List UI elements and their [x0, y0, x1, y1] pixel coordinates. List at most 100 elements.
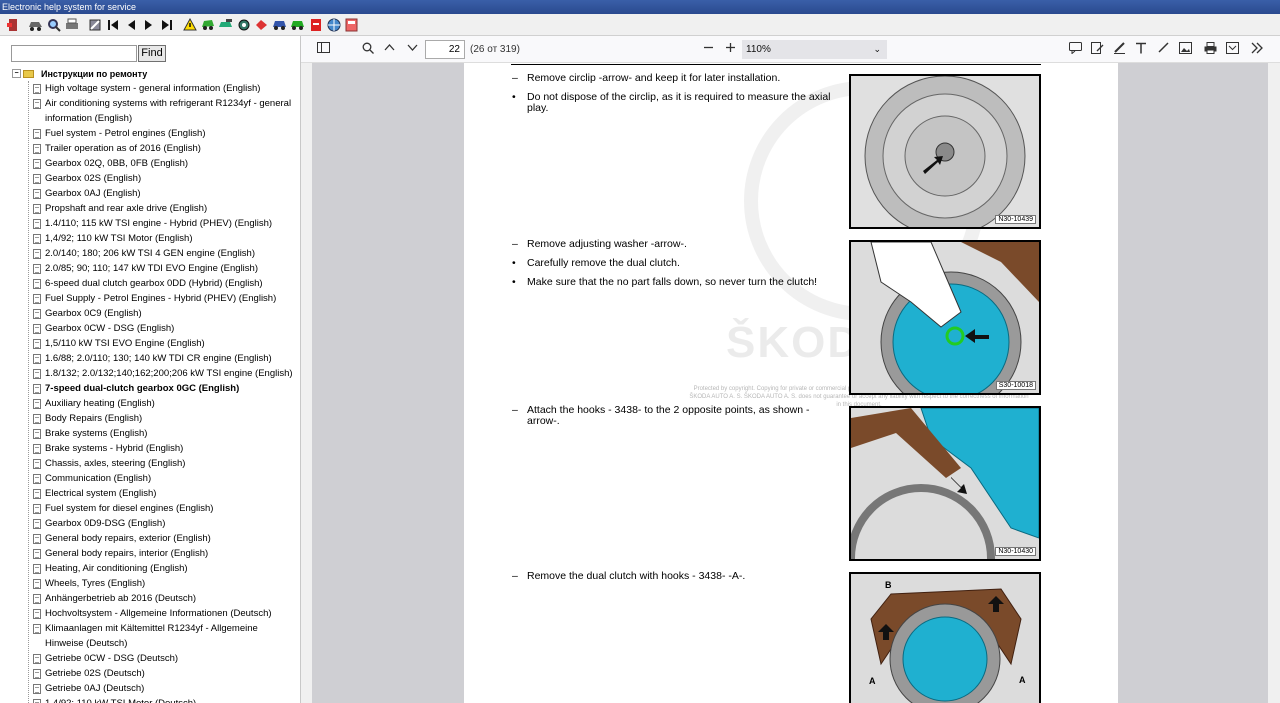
tree-item[interactable]: General body repairs, exterior (English): [28, 531, 297, 546]
document-icon: [33, 219, 41, 229]
vertical-scrollbar[interactable]: [1268, 63, 1280, 703]
tree-root[interactable]: − Инструкции по ремонту: [12, 66, 297, 81]
tree-item[interactable]: 2.0/140; 180; 206 kW TSI 4 GEN engine (E…: [28, 246, 297, 261]
tree-item[interactable]: Gearbox 02S (English): [28, 171, 297, 186]
tree-item-label: 1,5/110 kW TSI EVO Engine (English): [45, 338, 205, 349]
tree-item[interactable]: High voltage system - general informatio…: [28, 81, 297, 96]
tree-item[interactable]: General body repairs, interior (English): [28, 546, 297, 561]
text-tool-icon[interactable]: [1135, 42, 1147, 57]
print-icon[interactable]: [63, 16, 80, 33]
save-icon[interactable]: [1226, 42, 1239, 57]
exit-icon[interactable]: [4, 16, 21, 33]
image-icon[interactable]: [1179, 42, 1192, 57]
tree-item[interactable]: Fuel system - Petrol engines (English): [28, 126, 297, 141]
pdf-viewport[interactable]: ŠKODA Protected by copyright. Copying fo…: [312, 63, 1268, 703]
tree-item-label: 1,4/92; 110 kW TSI Motor (English): [45, 233, 193, 244]
zoom-out-icon[interactable]: [703, 42, 714, 56]
find-in-document-icon[interactable]: [362, 42, 374, 57]
previous-page-icon[interactable]: [384, 42, 395, 56]
tree-item[interactable]: Getriebe 02S (Deutsch): [28, 666, 297, 681]
highlight-icon[interactable]: [1113, 42, 1126, 57]
folder-icon: [23, 69, 34, 78]
tree-item[interactable]: Hochvoltsystem - Allgemeine Informatione…: [28, 606, 297, 621]
tree-item[interactable]: Trailer operation as of 2016 (English): [28, 141, 297, 156]
prev-page-icon[interactable]: [122, 16, 139, 33]
tree-item[interactable]: 1.6/88; 2.0/110; 130; 140 kW TDI CR engi…: [28, 351, 297, 366]
last-page-icon[interactable]: [158, 16, 175, 33]
document-icon: [33, 489, 41, 499]
tree-item[interactable]: 7-speed dual-clutch gearbox 0GC (English…: [28, 381, 297, 396]
tree-item[interactable]: Communication (English): [28, 471, 297, 486]
step-text: Do not dispose of the circlip, as it is …: [527, 91, 831, 114]
tree-item[interactable]: Anhängerbetrieb ab 2016 (Deutsch): [28, 591, 297, 606]
page-top-rule: [511, 64, 1041, 65]
tree-item[interactable]: 1.8/132; 2.0/132;140;162;200;206 kW TSI …: [28, 366, 297, 381]
tree-item[interactable]: Heating, Air conditioning (English): [28, 561, 297, 576]
tree-item-label: Anhängerbetrieb ab 2016 (Deutsch): [45, 593, 197, 604]
tree-item[interactable]: Gearbox 0C9 (English): [28, 306, 297, 321]
draw-icon[interactable]: [1157, 42, 1170, 57]
zoom-select[interactable]: 110% ⌄: [742, 40, 887, 59]
pdf-toolbar: 22 (26 от 319) 110% ⌄: [301, 36, 1280, 63]
car-red-icon[interactable]: [253, 16, 270, 33]
warning-icon[interactable]: [181, 16, 198, 33]
document-icon: [33, 429, 41, 439]
search-input[interactable]: [11, 45, 137, 62]
tree-item-label: Gearbox 02Q, 0BB, 0FB (English): [45, 158, 189, 169]
tree-item-label: Electrical system (English): [45, 488, 157, 499]
tree-item[interactable]: Gearbox 0AJ (English): [28, 186, 297, 201]
document-icon: [33, 234, 41, 244]
tree-item-label: 2.0/85; 90; 110; 147 kW TDI EVO Engine (…: [45, 263, 258, 274]
comment-icon[interactable]: [1069, 42, 1082, 57]
zoom-in-icon[interactable]: [725, 42, 736, 56]
car-blue-icon[interactable]: [271, 16, 288, 33]
car-green2-icon[interactable]: [289, 16, 306, 33]
document-icon: [33, 684, 41, 694]
bullet-mark: •: [512, 91, 516, 103]
settings-icon[interactable]: [86, 16, 103, 33]
tree-item[interactable]: 2.0/85; 90; 110; 147 kW TDI EVO Engine (…: [28, 261, 297, 276]
tree-item-label: Chassis, axles, steering (English): [45, 458, 186, 469]
car-gear-icon[interactable]: [235, 16, 252, 33]
tree-item[interactable]: 1,5/110 kW TSI EVO Engine (English): [28, 336, 297, 351]
search-icon[interactable]: [45, 16, 62, 33]
tree-item[interactable]: Auxiliary heating (English): [28, 396, 297, 411]
tree-item[interactable]: Propshaft and rear axle drive (English): [28, 201, 297, 216]
tree-item[interactable]: Electrical system (English): [28, 486, 297, 501]
next-page-icon[interactable]: [140, 16, 157, 33]
find-button[interactable]: Find: [138, 45, 166, 62]
car-green-icon[interactable]: [199, 16, 216, 33]
sidebar-toggle-icon[interactable]: [317, 42, 330, 56]
tree-item[interactable]: Body Repairs (English): [28, 411, 297, 426]
car-wrench-icon[interactable]: [217, 16, 234, 33]
collapse-icon[interactable]: −: [12, 69, 21, 78]
step-line: • Do not dispose of the circlip, as it is…: [512, 92, 832, 114]
tree-item[interactable]: 1.4/110; 115 kW TSI engine - Hybrid (PHE…: [28, 216, 297, 231]
tree-item[interactable]: Brake systems (English): [28, 426, 297, 441]
calculator-icon[interactable]: [343, 16, 360, 33]
tree-item[interactable]: Gearbox 0CW - DSG (English): [28, 321, 297, 336]
car-icon[interactable]: [27, 16, 44, 33]
tree-item[interactable]: Getriebe 0CW - DSG (Deutsch): [28, 651, 297, 666]
tree-item[interactable]: 1,4/92; 110 kW TSI Motor (English): [28, 231, 297, 246]
tree-item[interactable]: Brake systems - Hybrid (English): [28, 441, 297, 456]
tree-item[interactable]: Klimaanlagen mit Kältemittel R1234yf - A…: [28, 621, 297, 651]
tree-item[interactable]: Getriebe 0AJ (Deutsch): [28, 681, 297, 696]
tree-item[interactable]: 6-speed dual clutch gearbox 0DD (Hybrid)…: [28, 276, 297, 291]
pdf-icon[interactable]: [307, 16, 324, 33]
more-tools-icon[interactable]: [1251, 42, 1264, 57]
tree-item[interactable]: Air conditioning systems with refrigeran…: [28, 96, 297, 126]
next-page-icon[interactable]: [407, 42, 418, 56]
page-number-input[interactable]: 22: [425, 40, 465, 59]
first-page-icon[interactable]: [104, 16, 121, 33]
tree-item[interactable]: Wheels, Tyres (English): [28, 576, 297, 591]
print-document-icon[interactable]: [1204, 42, 1217, 57]
globe-icon[interactable]: [325, 16, 342, 33]
tree-item[interactable]: Fuel system for diesel engines (English): [28, 501, 297, 516]
tree-item[interactable]: 1,4/92; 110 kW TSI Motor (Deutsch): [28, 696, 297, 703]
tree-item[interactable]: Fuel Supply - Petrol Engines - Hybrid (P…: [28, 291, 297, 306]
edit-signature-icon[interactable]: [1091, 42, 1104, 57]
tree-item[interactable]: Gearbox 0D9-DSG (English): [28, 516, 297, 531]
tree-item[interactable]: Chassis, axles, steering (English): [28, 456, 297, 471]
tree-item[interactable]: Gearbox 02Q, 0BB, 0FB (English): [28, 156, 297, 171]
